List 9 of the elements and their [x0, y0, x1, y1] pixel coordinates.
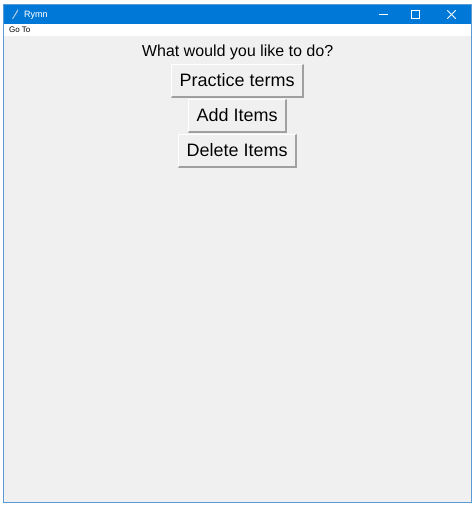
close-icon	[446, 10, 456, 19]
menu-item[interactable]: Go To	[9, 24, 30, 36]
prompt-text: What would you like to do?	[142, 42, 334, 62]
minimize-icon	[378, 14, 388, 15]
action-button[interactable]: Add Items	[188, 99, 287, 133]
action-button[interactable]: Delete Items	[178, 134, 297, 168]
maximize-icon	[410, 10, 420, 19]
window-title: Rymn	[24, 8, 48, 21]
action-button[interactable]: Practice terms	[171, 64, 304, 98]
